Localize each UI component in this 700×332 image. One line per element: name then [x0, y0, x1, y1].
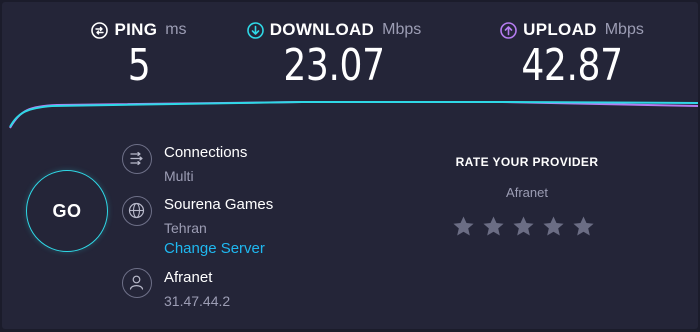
server-name: Sourena Games: [164, 196, 274, 213]
ping-icon: [91, 21, 109, 39]
upload-value: 42.87: [521, 40, 623, 91]
ping-header: PING ms: [84, 20, 194, 40]
upload-arrow-icon: [500, 21, 517, 39]
connections-title: Connections: [164, 144, 248, 161]
download-value: 23.07: [283, 40, 385, 91]
rate-provider-title: RATE YOUR PROVIDER: [455, 155, 599, 169]
connections-icon: [122, 144, 152, 174]
server-location: Tehran: [164, 220, 207, 236]
ping-unit: ms: [165, 21, 187, 38]
download-label: DOWNLOAD: [269, 20, 375, 39]
star-icon-3[interactable]: [512, 215, 535, 238]
change-server-link[interactable]: Change Server: [164, 240, 265, 257]
connections-value[interactable]: Multi: [164, 168, 194, 184]
download-arrow-icon: [246, 21, 264, 39]
speedtest-panel: PING ms 5 DOWNLOAD Mbps 23.07 UPLOAD Mbp…: [2, 2, 698, 329]
star-icon-1[interactable]: [452, 215, 475, 238]
ping-value: 5: [127, 40, 151, 91]
star-rating: [452, 215, 595, 238]
star-icon-2[interactable]: [482, 215, 505, 238]
upload-header: UPLOAD Mbps: [472, 20, 672, 40]
upload-label: UPLOAD: [523, 20, 597, 39]
provider-ip: 31.47.44.2: [164, 293, 231, 309]
provider-name: Afranet: [164, 269, 213, 286]
speed-graph: [9, 101, 698, 129]
star-icon-5[interactable]: [572, 215, 595, 238]
rate-provider-isp: Afranet: [506, 185, 548, 200]
user-icon: [122, 268, 152, 298]
upload-metric: UPLOAD Mbps 42.87: [472, 20, 672, 90]
globe-icon: [122, 196, 152, 226]
upload-unit: Mbps: [604, 21, 644, 38]
ping-label: PING: [114, 20, 158, 39]
download-graph-line: [9, 101, 698, 128]
go-button[interactable]: GO: [26, 170, 108, 252]
download-metric: DOWNLOAD Mbps 23.07: [234, 20, 434, 90]
download-header: DOWNLOAD Mbps: [234, 20, 434, 40]
ping-metric: PING ms 5: [84, 20, 194, 90]
download-unit: Mbps: [382, 21, 422, 38]
star-icon-4[interactable]: [542, 215, 565, 238]
